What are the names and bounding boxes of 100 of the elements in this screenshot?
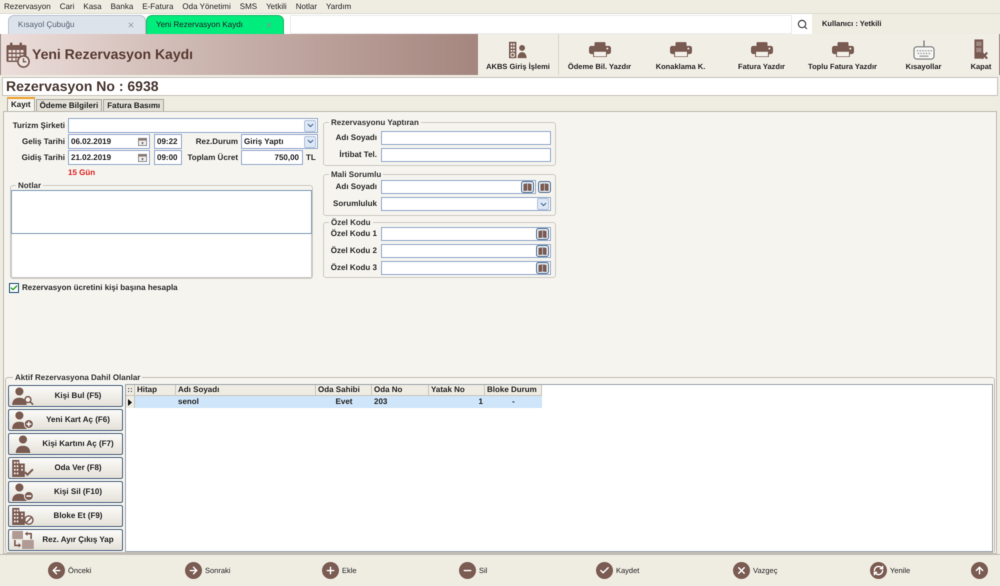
group-title: Rezervasyonu Yaptıran [330, 118, 420, 127]
amount-field[interactable]: 750,00 [241, 150, 303, 165]
action-button[interactable]: Kişi Bul (F5) [8, 385, 123, 407]
keyboard-icon [912, 40, 934, 60]
field-label: Rez.Durum [196, 136, 238, 146]
calendar-icon[interactable] [138, 153, 147, 162]
menu-item[interactable]: E-Fatura [142, 2, 174, 12]
refresh-icon [870, 562, 887, 579]
time-field[interactable]: 09:00 [154, 150, 182, 165]
person-remove-icon [12, 483, 34, 501]
building-check-icon [12, 459, 34, 477]
group-title: Notlar [17, 181, 42, 190]
notes-field[interactable] [11, 190, 312, 234]
table-cell: Evet [336, 397, 352, 407]
building-person-icon [508, 40, 528, 58]
checkbox[interactable] [9, 283, 19, 293]
menu-item[interactable]: Yardım [326, 2, 352, 12]
table-cell: 1 [478, 397, 483, 407]
check-icon [596, 562, 613, 579]
menu-item[interactable]: Rezervasyon [4, 2, 51, 12]
column-header[interactable]: Hitap [135, 385, 176, 396]
time-field[interactable]: 09:22 [154, 134, 182, 149]
field-label: İrtibat Tel. [339, 150, 377, 160]
printer-icon [832, 42, 854, 57]
field-label: Adı Soyadı [336, 182, 377, 192]
caret-icon[interactable] [537, 198, 549, 210]
tab[interactable]: Kısayol Çubuğu [8, 15, 146, 34]
book-icon[interactable] [538, 181, 551, 193]
dropdown[interactable]: Giriş Yaptı [241, 134, 318, 149]
column-header[interactable]: Yatak No [429, 385, 485, 396]
tab[interactable]: Yeni Rezervasyon Kaydı [146, 15, 284, 34]
column-header[interactable]: Oda Sahibi [316, 385, 372, 396]
column-header[interactable]: Adı Soyadı [176, 385, 316, 396]
search-field[interactable] [290, 15, 792, 34]
column-header[interactable]: Oda No [372, 385, 429, 396]
field-label: Sorumluluk [332, 199, 377, 209]
tab[interactable]: Ödeme Bilgileri [36, 99, 102, 111]
menu-item[interactable]: Kasa [83, 2, 102, 12]
input-field[interactable] [381, 227, 551, 241]
input-field[interactable] [381, 148, 551, 162]
input-field[interactable] [381, 244, 551, 258]
printer-icon [670, 42, 692, 57]
field-label: Özel Kodu 1 [330, 229, 377, 239]
action-button[interactable]: Oda Ver (F8) [8, 457, 123, 479]
building-prohibited-icon [12, 507, 34, 525]
table-cell: senol [178, 397, 199, 407]
search-icon[interactable] [796, 18, 808, 30]
page-title: Yeni Rezervasyon Kaydı [32, 45, 194, 64]
menu-item[interactable]: SMS [240, 2, 258, 12]
field-label: Özel Kodu 2 [330, 246, 377, 256]
column-header[interactable]: Bloke Durum [485, 385, 542, 396]
book-icon[interactable] [536, 245, 549, 257]
menu-item[interactable]: Banka [110, 2, 134, 12]
book-icon[interactable] [536, 262, 549, 274]
plus-icon [322, 562, 339, 579]
group-title: Mali Sorumlu [330, 170, 382, 179]
field-label: Toplam Ücret [187, 152, 238, 162]
date-field[interactable]: 21.02.2019 [68, 150, 150, 165]
book-icon[interactable] [536, 228, 549, 240]
action-button[interactable]: Kişi Sil (F10) [8, 481, 123, 503]
field-label: Özel Kodu 3 [330, 263, 377, 273]
input-field[interactable] [381, 131, 551, 145]
date-field[interactable]: 06.02.2019 [68, 134, 150, 149]
tab[interactable]: Fatura Basımı [103, 99, 164, 111]
field-label: Gidiş Tarihi [22, 152, 65, 162]
field-label: Adı Soyadı [336, 133, 377, 143]
grip-icon [128, 388, 132, 392]
notes-field[interactable] [11, 234, 312, 278]
menu-item[interactable]: Oda Yönetimi [182, 2, 231, 12]
input-field[interactable] [381, 261, 551, 275]
action-button[interactable]: Bloke Et (F9) [8, 505, 123, 527]
close-icon[interactable] [127, 21, 135, 29]
menu-item[interactable]: Notlar [296, 2, 318, 12]
checkbox-label: Rezervasyon ücretini kişi başına hesapla [22, 283, 178, 293]
table-row[interactable]: senol Evet 203 1 - [126, 396, 542, 408]
calendar-icon[interactable] [138, 137, 147, 146]
action-button[interactable]: Yeni Kart Aç (F6) [8, 409, 123, 431]
field-label: Geliş Tarihi [22, 136, 65, 146]
person-search-icon [12, 387, 34, 405]
swap-arrows-icon [12, 531, 34, 549]
x-icon [733, 562, 750, 579]
book-icon[interactable] [521, 181, 534, 193]
table-cell: - [512, 397, 515, 407]
row-pointer-icon [128, 398, 132, 406]
reservation-number: Rezervasyon No : 6938 [2, 77, 998, 96]
tab[interactable]: Kayıt [7, 97, 35, 111]
calendar-clock-icon [6, 42, 30, 68]
action-button[interactable]: Kişi Kartını Aç (F7) [8, 433, 123, 455]
field-label: Turizm Şirketi [12, 120, 65, 130]
duration-text: 15 Gün [68, 168, 96, 178]
person-add-icon [12, 411, 34, 429]
caret-icon[interactable] [304, 136, 316, 148]
printer-icon [750, 42, 772, 57]
action-button[interactable]: Rez. Ayır Çıkış Yap [8, 529, 123, 551]
close-icon [974, 39, 988, 60]
menu-item[interactable]: Yetkili [266, 2, 287, 12]
group-title: Aktif Rezervasyona Dahil Olanlar [14, 373, 142, 382]
input-field[interactable] [381, 180, 536, 194]
caret-icon[interactable] [304, 120, 316, 132]
menu-item[interactable]: Cari [60, 2, 74, 12]
